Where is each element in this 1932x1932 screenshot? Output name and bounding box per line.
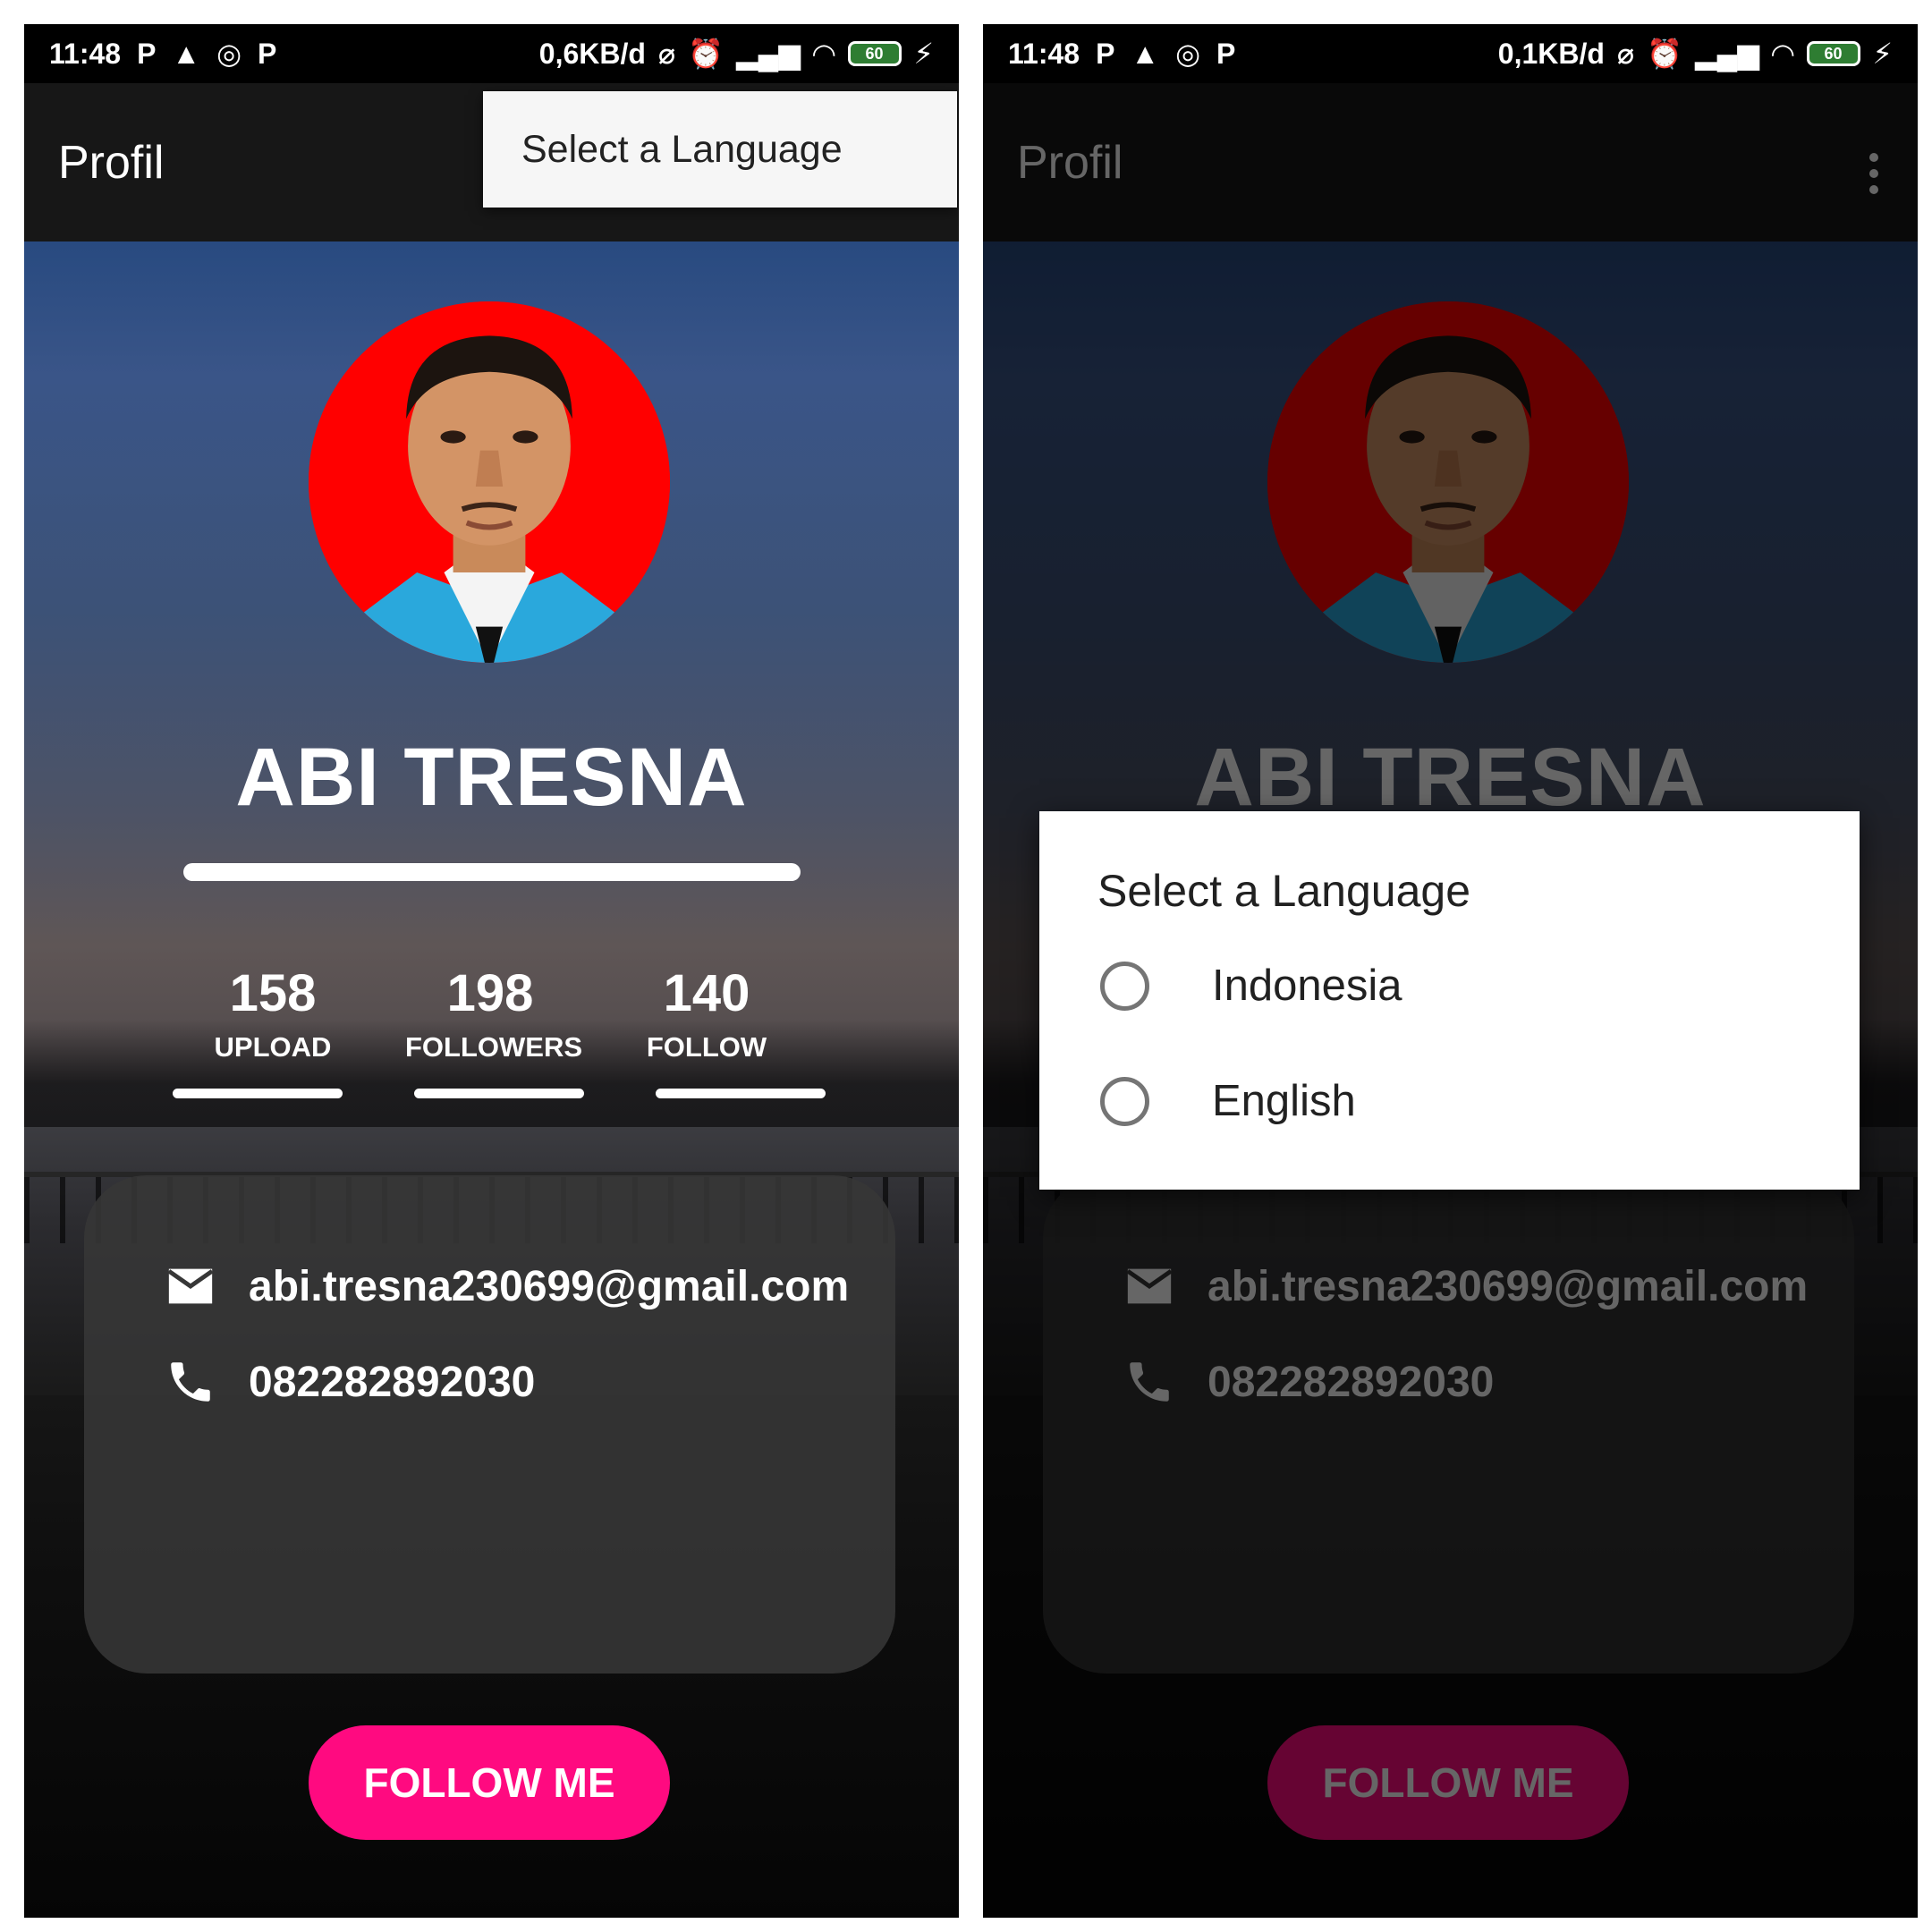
language-option-label: Indonesia xyxy=(1212,962,1402,1010)
phone-screen-right: 11:48 P ▲ ◎ P 0,1KB/d ⌀ ⏰ ▂▄▆ ◠ 60 ⚡ Pro… xyxy=(983,24,1918,1918)
alarm-icon: ⏰ xyxy=(688,38,724,70)
contact-card: abi.tresna230699@gmail.com 082282892030 xyxy=(84,1175,895,1674)
mute-icon: ⌀ xyxy=(657,38,676,70)
profile-name: ABI TRESNA xyxy=(235,732,748,823)
battery-icon: 60 xyxy=(1806,41,1860,66)
dialog-title: Select a Language xyxy=(1097,866,1471,916)
stat-underline xyxy=(656,1089,826,1098)
language-dialog: Select a Language Indonesia English xyxy=(1039,811,1860,1190)
phone-screen-left: 11:48 P ▲ ◎ P 0,6KB/d ⌀ ⏰ ▂▄▆ ◠ 60 ⚡ Pro… xyxy=(24,24,959,1918)
email-text: abi.tresna230699@gmail.com xyxy=(249,1262,850,1310)
data-rate: 0,6KB/d xyxy=(538,37,646,70)
signal-icon: ▂▄▆ xyxy=(736,38,801,70)
alarm-icon: ⏰ xyxy=(1647,38,1683,70)
data-rate: 0,1KB/d xyxy=(1497,37,1605,70)
phone-text: 082282892030 xyxy=(249,1358,536,1406)
mute-icon: ⌀ xyxy=(1616,38,1635,70)
stat-value: 140 xyxy=(663,964,750,1022)
instagram-icon: ◎ xyxy=(1175,38,1201,70)
language-option-indonesia[interactable]: Indonesia xyxy=(1100,961,1402,1011)
avatar-portrait xyxy=(309,301,670,663)
stat-label: FOLLOWERS xyxy=(405,1031,583,1063)
phone-icon xyxy=(171,1362,210,1402)
parking-app-icon: P xyxy=(1096,38,1115,70)
toolbar-title: Profil xyxy=(58,136,165,189)
battery-icon: 60 xyxy=(847,41,902,66)
stat-label: FOLLOW xyxy=(646,1031,767,1063)
follow-me-button[interactable]: FOLLOW ME xyxy=(309,1725,670,1840)
charging-icon: ⚡ xyxy=(1872,38,1893,70)
charging-icon: ⚡ xyxy=(913,38,934,70)
popup-menu-select-language[interactable]: Select a Language xyxy=(483,91,957,208)
wifi-icon: ◠ xyxy=(1771,38,1794,70)
parking-app-icon: P xyxy=(137,38,157,70)
stat-underline xyxy=(414,1089,584,1098)
status-time: 11:48 xyxy=(1008,37,1080,70)
parking-app-icon: P xyxy=(258,38,277,70)
radio-button[interactable] xyxy=(1100,1076,1149,1126)
signal-icon: ▂▄▆ xyxy=(1695,38,1759,70)
name-divider xyxy=(183,863,801,881)
stat-underline xyxy=(173,1089,343,1098)
email-icon xyxy=(167,1268,214,1304)
stat-followers[interactable]: 198 FOLLOWERS xyxy=(405,964,583,1063)
status-time: 11:48 xyxy=(49,37,122,70)
stat-value: 158 xyxy=(229,964,317,1022)
avatar xyxy=(309,301,670,663)
status-bar: 11:48 P ▲ ◎ P 0,1KB/d ⌀ ⏰ ▂▄▆ ◠ 60 ⚡ xyxy=(983,24,1918,83)
language-option-english[interactable]: English xyxy=(1100,1076,1356,1126)
status-bar: 11:48 P ▲ ◎ P 0,6KB/d ⌀ ⏰ ▂▄▆ ◠ 60 ⚡ xyxy=(24,24,959,83)
warning-icon: ▲ xyxy=(1131,38,1160,70)
stat-value: 198 xyxy=(446,964,534,1022)
email-row[interactable]: abi.tresna230699@gmail.com xyxy=(165,1260,849,1312)
language-option-label: English xyxy=(1212,1077,1356,1125)
radio-button[interactable] xyxy=(1100,961,1149,1011)
parking-app-icon: P xyxy=(1216,38,1236,70)
phone-row[interactable]: 082282892030 xyxy=(165,1356,535,1408)
instagram-icon: ◎ xyxy=(216,38,242,70)
wifi-icon: ◠ xyxy=(812,38,835,70)
stat-follow[interactable]: 140 FOLLOW xyxy=(622,965,792,1063)
stat-upload[interactable]: 158 UPLOAD xyxy=(188,965,358,1063)
stat-label: UPLOAD xyxy=(214,1031,332,1063)
warning-icon: ▲ xyxy=(172,38,201,70)
